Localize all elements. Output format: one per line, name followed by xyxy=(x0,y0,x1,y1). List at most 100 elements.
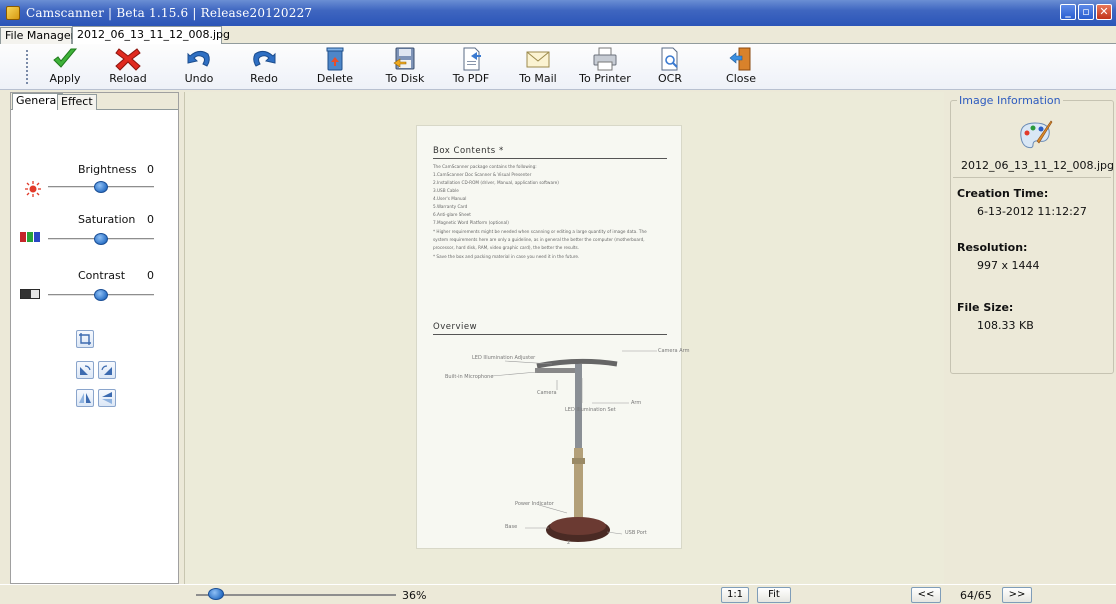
info-separator xyxy=(953,177,1111,178)
saturation-value: 0 xyxy=(147,213,154,226)
undo-button[interactable]: Undo xyxy=(168,46,230,88)
callout-camera-arm: Camera Arm xyxy=(658,348,690,354)
note-line: * Higher requirements might be needed wh… xyxy=(433,229,647,234)
contrast-label: Contrast xyxy=(78,269,126,282)
tab-general[interactable]: General xyxy=(12,93,64,110)
document-tabs: File Manager 2012_06_13_11_12_008.jpg xyxy=(0,26,1116,44)
contrast-slider-thumb[interactable] xyxy=(94,289,108,301)
envelope-icon xyxy=(526,51,550,68)
toolbar-grip[interactable] xyxy=(26,50,28,84)
contrast-icon xyxy=(20,289,40,299)
image-canvas[interactable]: Box Contents * The CamScanner package co… xyxy=(184,92,944,584)
undo-arrow-icon xyxy=(187,50,210,67)
file-size-value: 108.33 KB xyxy=(977,319,1034,332)
zoom-slider-thumb[interactable] xyxy=(208,588,224,600)
list-item: 7.Magnetic Word Platform (optional) xyxy=(433,220,509,225)
resolution-value: 997 x 1444 xyxy=(977,259,1040,272)
window-title: Camscanner | Beta 1.15.6 | Release201202… xyxy=(26,6,313,20)
image-information-group: Image Information 2012_06_13_11_12_008.j… xyxy=(950,94,1114,374)
zoom-percent: 36% xyxy=(402,589,427,602)
to-pdf-label: To PDF xyxy=(452,72,490,85)
status-bar: 36% 1:1 Fit << 64/65 >> xyxy=(0,584,1116,604)
panel-tabs: General Effect xyxy=(11,93,178,110)
next-page-button[interactable]: >> xyxy=(1002,587,1032,603)
tab-effect[interactable]: Effect xyxy=(57,94,97,110)
creation-time-value: 6-13-2012 11:12:27 xyxy=(977,205,1087,218)
ocr-button[interactable]: OCR xyxy=(639,46,701,88)
info-panel: Image Information 2012_06_13_11_12_008.j… xyxy=(946,92,1116,584)
list-item: 1.CamScanner Doc Scanner & Visual Presen… xyxy=(433,172,532,177)
list-item: 6.Anti-glare Sheet xyxy=(433,212,471,217)
to-printer-label: To Printer xyxy=(579,72,631,85)
actual-size-button[interactable]: 1:1 xyxy=(721,587,749,603)
zoom-slider[interactable] xyxy=(196,594,396,596)
to-disk-button[interactable]: To Disk xyxy=(374,46,436,88)
apply-label: Apply xyxy=(49,72,81,85)
rotate-right-icon xyxy=(101,365,112,375)
contrast-value: 0 xyxy=(147,269,154,282)
saturation-slider-thumb[interactable] xyxy=(94,233,108,245)
previous-page-button[interactable]: << xyxy=(911,587,941,603)
maximize-button[interactable]: ▫ xyxy=(1078,4,1094,20)
close-window-button[interactable]: ✕ xyxy=(1096,4,1112,20)
apply-button[interactable]: Apply xyxy=(34,46,96,88)
page-counter: 64/65 xyxy=(960,589,992,602)
tab-file-manager[interactable]: File Manager xyxy=(0,27,75,44)
app-icon xyxy=(6,6,20,20)
to-mail-label: To Mail xyxy=(519,72,557,85)
fit-button[interactable]: Fit xyxy=(757,587,791,603)
adjustment-panel: General Effect Brightness 0 Saturation 0 xyxy=(10,92,179,584)
overview-heading: Overview xyxy=(433,322,478,332)
list-item: 4.User's Manual xyxy=(433,196,467,201)
flip-vertical-icon xyxy=(102,392,112,404)
rotate-right-button[interactable] xyxy=(98,361,116,379)
rotate-left-icon xyxy=(80,365,91,375)
red-x-icon xyxy=(115,48,141,71)
redo-arrow-icon xyxy=(253,50,276,67)
redo-button[interactable]: Redo xyxy=(233,46,295,88)
ocr-label: OCR xyxy=(658,72,682,85)
box-contents-heading: Box Contents * xyxy=(433,146,504,156)
to-printer-button[interactable]: To Printer xyxy=(574,46,636,88)
crop-button[interactable] xyxy=(76,330,94,348)
rotate-left-button[interactable] xyxy=(76,361,94,379)
callout-led-adjuster: LED Illumination Adjuster xyxy=(472,355,536,361)
brightness-label: Brightness xyxy=(78,163,137,176)
delete-label: Delete xyxy=(316,72,354,85)
list-item: 3.USB Cable xyxy=(433,188,459,193)
close-button[interactable]: Close xyxy=(710,46,772,88)
callout-led-set: LED Illumination Set xyxy=(565,407,616,413)
checkmark-icon xyxy=(53,48,78,68)
resolution-label: Resolution: xyxy=(957,241,1028,254)
to-pdf-button[interactable]: To PDF xyxy=(440,46,502,88)
note-line: system requirements here are only a guid… xyxy=(433,237,645,242)
info-filename: 2012_06_13_11_12_008.jpg xyxy=(961,159,1114,172)
callout-microphone: Built-in Microphone xyxy=(445,374,494,380)
callout-power: Power Indicator xyxy=(515,501,554,507)
device-illustration xyxy=(491,350,657,542)
saturation-label: Saturation xyxy=(78,213,136,226)
callout-usb: USB Port xyxy=(625,530,647,536)
reload-label: Reload xyxy=(109,72,147,85)
flip-vertical-button[interactable] xyxy=(98,389,116,407)
brightness-slider-thumb[interactable] xyxy=(94,181,108,193)
flip-horizontal-icon xyxy=(79,393,91,403)
minimize-button[interactable]: _ xyxy=(1060,4,1076,20)
reload-button[interactable]: Reload xyxy=(97,46,159,88)
redo-label: Redo xyxy=(250,72,278,85)
printer-icon xyxy=(593,47,617,71)
tab-current-image[interactable]: 2012_06_13_11_12_008.jpg xyxy=(72,26,230,44)
pdf-document-icon xyxy=(463,47,481,71)
toolbar: Apply Reload Undo Redo Delete To Disk To… xyxy=(0,44,1116,90)
to-mail-button[interactable]: To Mail xyxy=(507,46,569,88)
flip-horizontal-button[interactable] xyxy=(76,389,94,407)
close-label: Close xyxy=(726,72,756,85)
crop-icon xyxy=(79,333,91,345)
delete-button[interactable]: Delete xyxy=(304,46,366,88)
list-item: 5.Warranty Card xyxy=(433,204,468,209)
scanned-page: Box Contents * The CamScanner package co… xyxy=(417,126,689,548)
undo-label: Undo xyxy=(184,72,214,85)
callout-base: Base xyxy=(505,524,518,530)
title-bar[interactable]: Camscanner | Beta 1.15.6 | Release201202… xyxy=(0,0,1116,26)
recycle-bin-icon xyxy=(326,47,344,71)
